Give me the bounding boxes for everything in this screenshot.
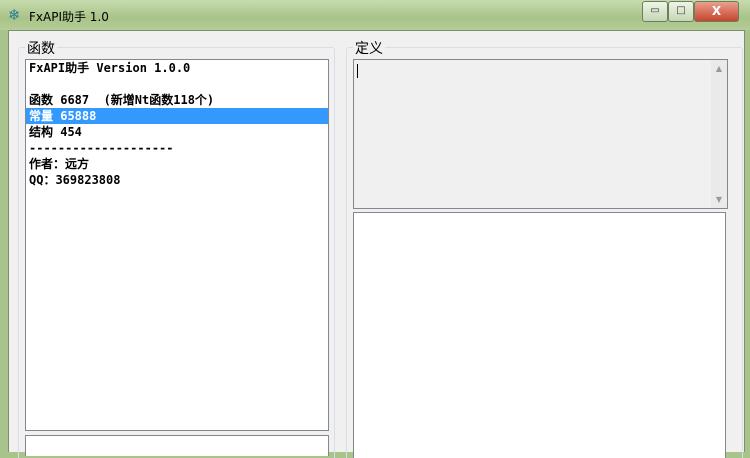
definition-textarea[interactable]: ▲ ▼ [353, 59, 728, 209]
list-item[interactable]: 结构 454 [26, 124, 328, 140]
functions-group-label: 函数 [25, 38, 57, 58]
detail-panel[interactable] [353, 212, 726, 458]
scrollbar[interactable]: ▲ ▼ [711, 60, 727, 208]
list-item[interactable]: 作者：远方 [26, 156, 328, 172]
text-caret [357, 64, 358, 78]
list-item[interactable]: 常量 65888 [26, 108, 328, 124]
definition-group-label: 定义 [353, 38, 385, 58]
maximize-button[interactable]: □ [668, 1, 694, 22]
list-item[interactable]: -------------------- [26, 140, 328, 156]
title-bar: ❄ FxAPI助手 1.0 ▭ □ X [0, 0, 750, 30]
search-input[interactable] [25, 435, 329, 456]
minimize-button[interactable]: ▭ [642, 1, 668, 22]
scroll-up-icon[interactable]: ▲ [711, 64, 727, 73]
list-item[interactable]: QQ：369823808 [26, 172, 328, 188]
close-button[interactable]: X [694, 1, 739, 22]
list-item[interactable]: FxAPI助手 Version 1.0.0 [26, 60, 328, 76]
window-title: FxAPI助手 1.0 [29, 10, 109, 24]
list-item[interactable] [26, 76, 328, 92]
info-listbox[interactable]: FxAPI助手 Version 1.0.0 函数 6687 (新增Nt函数118个… [25, 59, 329, 431]
scroll-down-icon[interactable]: ▼ [711, 195, 727, 204]
list-item[interactable]: 函数 6687 (新增Nt函数118个) [26, 92, 328, 108]
app-snowflake-icon: ❄ [8, 6, 21, 24]
client-area: 函数 FxAPI助手 Version 1.0.0 函数 6687 (新增Nt函数1… [8, 30, 745, 458]
